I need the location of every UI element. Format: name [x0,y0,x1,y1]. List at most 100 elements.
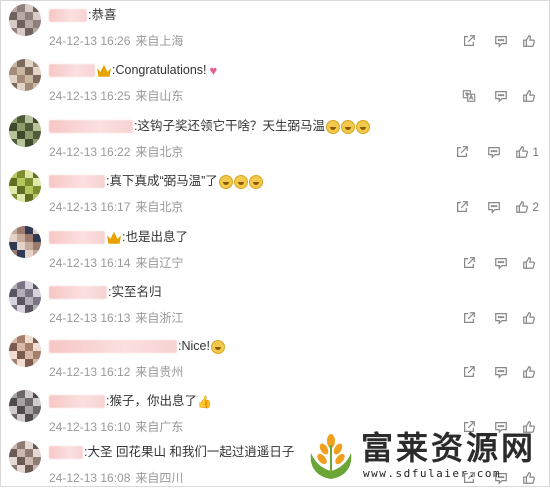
comment-location: 来自浙江 [135,311,184,325]
username-blurred[interactable] [49,340,177,354]
comment-item: :真下真成“弼马温”了 24-12-13 16:17 来自北京 2 [1,170,550,226]
heart-emoji-icon: ♥ [209,62,218,78]
avatar[interactable] [9,170,41,202]
comment-meta: 24-12-13 16:26 来自上海 [49,33,183,49]
reply-button[interactable] [483,198,505,216]
comment-location: 来自上海 [135,34,184,48]
like-icon [523,35,535,47]
comment-text-line: :真下真成“弼马温”了 [49,172,263,190]
translate-button[interactable] [458,87,480,105]
wheat-logo-icon [310,434,352,479]
reply-button[interactable] [490,87,512,105]
reply-button[interactable] [490,32,512,50]
comment-text-line: :Nice! [49,337,225,355]
like-button[interactable]: 1 [515,143,539,161]
comment-location: 来自山东 [135,89,184,103]
like-icon [523,366,535,378]
share-button[interactable] [458,309,480,327]
comment-text-line: :大圣 回花果山 和我们一起过逍遥日子 [49,443,294,461]
username-blurred[interactable] [49,446,83,460]
comment-item: :这钩子奖还领它干啥？天生弼马温 24-12-13 16:22 来自北京 1 [1,115,550,171]
comment-time: 24-12-13 16:22 [49,145,131,159]
share-button[interactable] [458,254,480,272]
laugh-emoji-icon [326,119,340,134]
laugh-emoji-icon [210,339,225,354]
avatar[interactable] [9,226,41,258]
comment-text: 猴子，你出息了 [109,394,197,408]
laugh-emoji-icon [248,174,263,189]
username-blurred[interactable] [49,175,105,189]
reply-button[interactable] [490,363,512,381]
share-button[interactable] [451,198,473,216]
like-button[interactable] [522,32,539,50]
like-button[interactable] [522,254,539,272]
comment-text: 恭喜 [91,8,117,22]
like-button[interactable] [522,87,539,105]
like-count: 2 [532,200,539,214]
laugh-emoji-icon [233,174,248,189]
share-button[interactable] [458,32,480,50]
reply-button[interactable] [483,143,505,161]
share-button[interactable] [458,363,480,381]
comment-meta: 24-12-13 16:10 来自广东 [49,419,183,435]
comment-actions [448,309,539,327]
translate-icon [462,90,476,102]
comment-actions [448,363,539,381]
comment-text-line: :实至名归 [49,283,162,301]
comment-text-line: :猴子，你出息了👍 [49,392,212,410]
username-blurred[interactable] [49,64,95,78]
avatar[interactable] [9,335,41,367]
comment-icon [495,367,507,379]
share-icon [464,312,475,323]
like-button[interactable] [522,363,539,381]
like-icon [523,312,535,324]
comment-text: 也是出息了 [125,230,188,244]
comment-time: 24-12-13 16:26 [49,34,131,48]
username-blurred[interactable] [49,120,133,134]
comment-text: 这钩子奖还领它干啥？天生弼马温 [137,119,325,133]
comment-actions [448,32,539,50]
username-blurred[interactable] [49,231,105,245]
comment-text: Congratulations! [115,63,207,77]
avatar[interactable] [9,441,41,473]
comment-icon [495,313,507,325]
like-count: 1 [532,145,539,159]
username-blurred[interactable] [49,395,105,409]
avatar[interactable] [9,59,41,91]
comment-actions [448,87,539,105]
reply-button[interactable] [490,309,512,327]
comment-item: :Nice! 24-12-13 16:12 来自贵州 [1,335,550,391]
like-icon [523,257,535,269]
comment-icon [495,36,507,48]
username-blurred[interactable] [49,9,87,23]
avatar[interactable] [9,390,41,422]
comment-location: 来自辽宁 [135,256,184,270]
share-icon [464,366,475,377]
avatar[interactable] [9,115,41,147]
comment-actions: 1 [441,143,539,161]
comment-text-line: :Congratulations! ♥ [49,61,217,79]
like-icon [523,90,535,102]
comment-time: 24-12-13 16:14 [49,256,131,270]
comment-item: :Congratulations! ♥ 24-12-13 16:25 来自山东 [1,59,550,115]
comment-location: 来自贵州 [135,365,184,379]
comment-list: :恭喜 24-12-13 16:26 来自上海 :Congratulations! ♥ 2… [0,0,550,487]
comment-item: :也是出息了 24-12-13 16:14 来自辽宁 [1,226,550,282]
like-button[interactable]: 2 [515,198,539,216]
share-button[interactable] [451,143,473,161]
share-icon [457,201,469,212]
reply-button[interactable] [490,254,512,272]
comment-text-line: :也是出息了 [49,228,188,246]
comment-location: 来自广东 [135,420,184,434]
laugh-emoji-icon [218,174,233,189]
thumbs-up-emoji-icon: 👍 [197,394,212,409]
like-button[interactable] [522,309,539,327]
username-blurred[interactable] [49,286,107,300]
comment-text-line: :恭喜 [49,6,117,24]
crown-badge-icon [107,231,121,244]
avatar[interactable] [9,4,41,36]
comment-meta: 24-12-13 16:14 来自辽宁 [49,255,183,271]
avatar[interactable] [9,281,41,313]
comment-meta: 24-12-13 16:08 来自四川 [49,470,183,486]
comment-time: 24-12-13 16:25 [49,89,131,103]
